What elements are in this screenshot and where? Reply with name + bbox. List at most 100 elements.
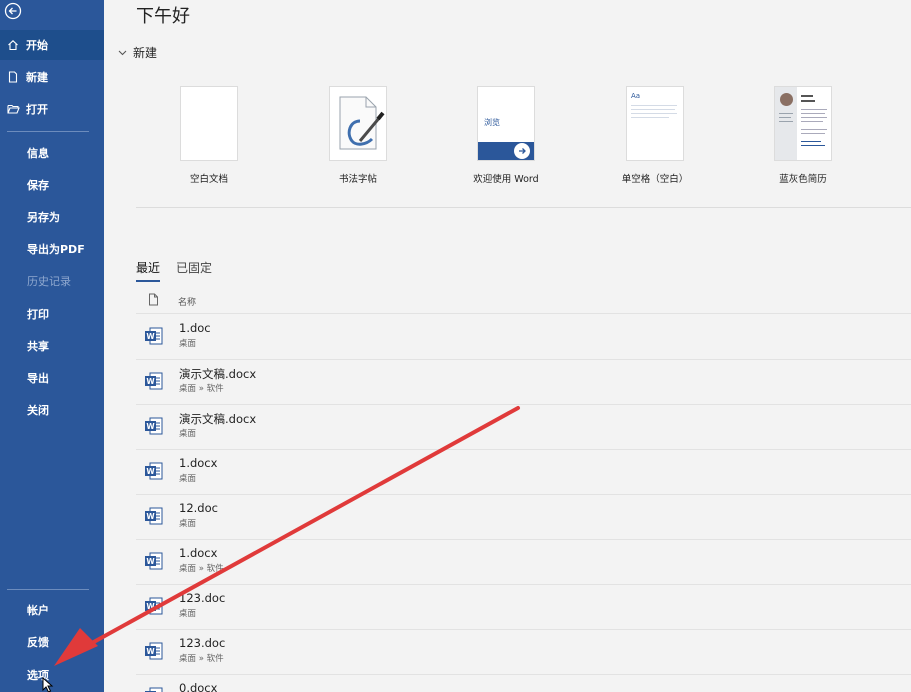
- svg-text:W: W: [146, 377, 155, 386]
- sidebar-item-label: 帐户: [27, 604, 49, 617]
- page-title: 下午好: [136, 6, 190, 27]
- file-row[interactable]: W 1.doc 桌面: [136, 314, 911, 359]
- file-name: 0.docx: [179, 681, 218, 692]
- svg-text:W: W: [146, 647, 155, 656]
- sidebar-item-share[interactable]: 共享: [0, 331, 104, 361]
- svg-text:W: W: [146, 602, 155, 611]
- svg-text:W: W: [146, 467, 155, 476]
- backstage-main: 下午好 新建 空白文档 书法字帖 浏览 欢迎使用 Word Aa 单空格（空白）…: [104, 0, 911, 692]
- template-thumb-text: Aa: [631, 92, 641, 100]
- sidebar-item-account[interactable]: 帐户: [0, 595, 104, 625]
- file-name: 1.docx: [179, 456, 218, 470]
- tab-recent[interactable]: 最近: [136, 259, 161, 282]
- file-row[interactable]: W 演示文稿.docx 桌面: [136, 404, 911, 449]
- file-name: 123.doc: [179, 591, 226, 605]
- sidebar-item-new[interactable]: 新建: [0, 62, 104, 92]
- new-section-toggle[interactable]: 新建: [118, 44, 157, 61]
- sidebar-item-label: 新建: [26, 71, 48, 84]
- template-blue-gray-resume[interactable]: 蓝灰色简历: [743, 86, 863, 185]
- word-document-icon: W: [144, 461, 164, 485]
- recent-pinned-tabs: 最近 已固定: [136, 259, 212, 282]
- file-path: 桌面: [179, 609, 197, 619]
- section-divider: [136, 207, 911, 208]
- sidebar-item-close[interactable]: 关闭: [0, 395, 104, 425]
- file-list-header: 名称: [148, 293, 196, 309]
- tab-pinned[interactable]: 已固定: [176, 259, 212, 282]
- sidebar-item-save[interactable]: 保存: [0, 170, 104, 200]
- sidebar-item-history: 历史记录: [0, 266, 104, 296]
- new-section-label: 新建: [133, 46, 158, 60]
- template-thumbnail: 浏览: [477, 86, 535, 161]
- template-label: 空白文档: [189, 174, 228, 185]
- file-name: 123.doc: [179, 636, 226, 650]
- template-thumbnail: [774, 86, 832, 161]
- template-blank-document[interactable]: 空白文档: [149, 86, 269, 185]
- template-thumbnail: [180, 86, 238, 161]
- template-label: 单空格（空白）: [621, 174, 689, 185]
- sidebar-item-label: 导出为PDF: [27, 243, 85, 256]
- file-row[interactable]: W 123.doc 桌面: [136, 584, 911, 629]
- svg-text:W: W: [146, 422, 155, 431]
- file-row[interactable]: W 1.docx 桌面 » 软件: [136, 539, 911, 584]
- file-name: 演示文稿.docx: [179, 367, 257, 381]
- file-path: 桌面 » 软件: [179, 654, 224, 664]
- sidebar-item-export[interactable]: 导出: [0, 363, 104, 393]
- template-label: 书法字帖: [338, 174, 377, 185]
- file-path: 桌面: [179, 474, 197, 484]
- word-document-icon: W: [144, 326, 164, 350]
- file-row[interactable]: W 123.doc 桌面 » 软件: [136, 629, 911, 674]
- word-document-icon: W: [144, 641, 164, 665]
- avatar: [780, 93, 793, 106]
- backstage-sidebar: 开始 新建 打开 信息 保存 另存为 导出为PDF 历史记录 打印 共享 导出 …: [0, 0, 104, 692]
- template-single-spaced[interactable]: Aa 单空格（空白）: [595, 86, 715, 185]
- file-row[interactable]: W 12.doc 桌面: [136, 494, 911, 539]
- sidebar-item-export-pdf[interactable]: 导出为PDF: [0, 234, 104, 264]
- file-path: 桌面: [179, 339, 197, 349]
- template-thumb-text: 浏览: [484, 118, 500, 127]
- sidebar-item-label: 打印: [27, 308, 49, 321]
- open-folder-icon: [0, 103, 26, 115]
- file-row[interactable]: W 0.docx: [136, 674, 911, 692]
- template-calligraphy[interactable]: 书法字帖: [298, 86, 418, 185]
- word-document-icon: W: [144, 371, 164, 395]
- home-icon: [0, 39, 26, 51]
- sidebar-item-home[interactable]: 开始: [0, 30, 104, 60]
- new-document-icon: [0, 71, 26, 83]
- sidebar-item-label: 开始: [26, 39, 48, 52]
- sidebar-divider: [7, 131, 89, 132]
- file-name: 演示文稿.docx: [179, 412, 257, 426]
- template-welcome-word[interactable]: 浏览 欢迎使用 Word: [446, 86, 566, 185]
- file-row[interactable]: W 1.docx 桌面: [136, 449, 911, 494]
- file-row[interactable]: W 演示文稿.docx 桌面 » 软件: [136, 359, 911, 404]
- word-document-icon: W: [144, 551, 164, 575]
- word-document-icon: W: [144, 416, 164, 440]
- file-path: 桌面: [179, 519, 197, 529]
- template-thumbnail: [329, 86, 387, 161]
- sidebar-item-label: 信息: [27, 147, 49, 160]
- mouse-cursor-icon: [42, 676, 54, 692]
- sidebar-item-label: 导出: [27, 372, 49, 385]
- sidebar-item-print[interactable]: 打印: [0, 299, 104, 329]
- sidebar-item-save-as[interactable]: 另存为: [0, 202, 104, 232]
- template-label: 蓝灰色简历: [779, 174, 827, 185]
- sidebar-item-label: 打开: [26, 103, 48, 116]
- sidebar-item-info[interactable]: 信息: [0, 138, 104, 168]
- back-arrow-icon[interactable]: [4, 2, 24, 22]
- arrow-right-icon: [514, 143, 530, 159]
- file-path: 桌面: [179, 429, 197, 439]
- sidebar-item-open[interactable]: 打开: [0, 94, 104, 124]
- word-document-icon: W: [144, 506, 164, 530]
- file-path: 桌面 » 软件: [179, 564, 224, 574]
- calligraphy-brush-icon: [339, 96, 385, 150]
- word-document-icon: W: [144, 596, 164, 620]
- svg-text:W: W: [146, 332, 155, 341]
- svg-text:W: W: [146, 557, 155, 566]
- sidebar-item-feedback[interactable]: 反馈: [0, 627, 104, 657]
- column-name-header[interactable]: 名称: [178, 295, 196, 308]
- sidebar-item-label: 保存: [27, 179, 49, 192]
- file-name: 12.doc: [179, 501, 218, 515]
- sidebar-item-label: 反馈: [27, 636, 49, 649]
- template-label: 欢迎使用 Word: [473, 174, 539, 185]
- template-thumbnail: Aa: [626, 86, 684, 161]
- chevron-down-icon: [118, 46, 127, 60]
